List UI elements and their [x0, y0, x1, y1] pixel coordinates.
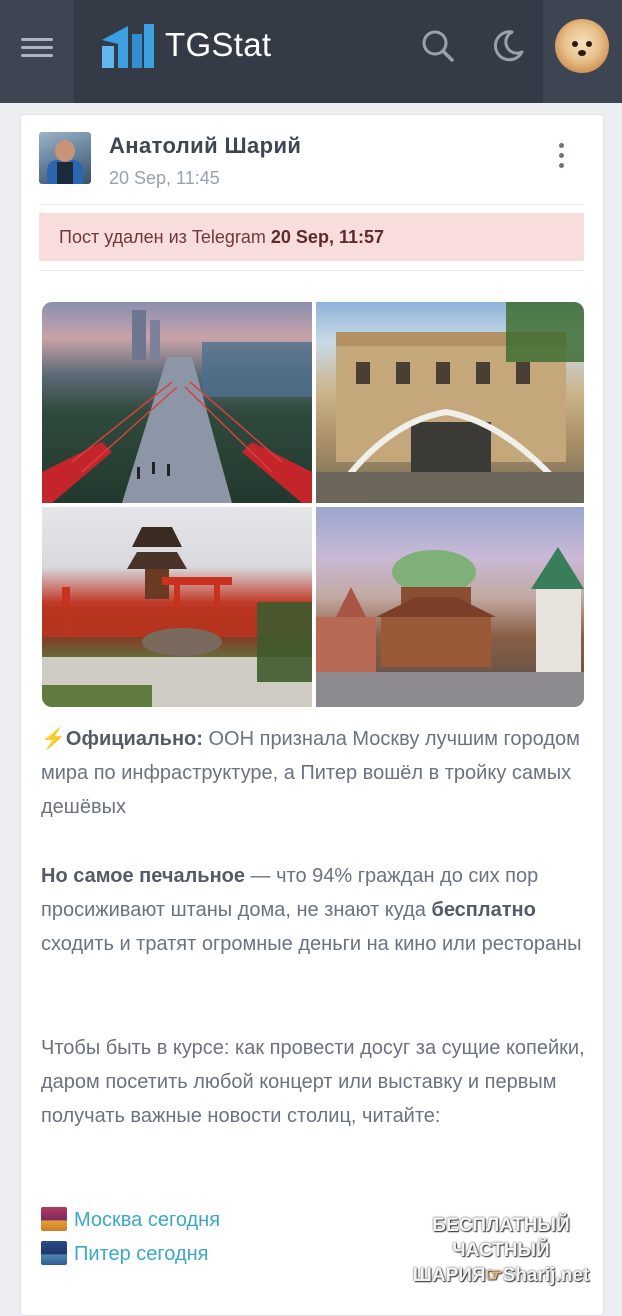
- photo-palace-staircase[interactable]: [316, 302, 584, 503]
- deleted-notice: Пост удален из Telegram 20 Sep, 11:57: [39, 213, 584, 261]
- post-paragraph-2: Но самое печальное — что 94% граждан до …: [41, 865, 582, 955]
- search-icon[interactable]: [418, 26, 458, 66]
- deleted-date: 20 Sep, 11:57: [270, 227, 384, 247]
- user-avatar: [555, 19, 609, 73]
- author-avatar[interactable]: [39, 132, 91, 184]
- post-paragraph-1: ⚡Официально: ООН признала Москву лучшим …: [41, 728, 580, 818]
- deleted-notice-text: Пост удален из Telegram 20 Sep, 11:57: [59, 227, 384, 247]
- author-name[interactable]: Анатолий Шарий: [109, 133, 301, 159]
- post-paragraph-3: Чтобы быть в курсе: как провести досуг з…: [41, 1037, 585, 1127]
- post-date[interactable]: 20 Sep, 11:45: [109, 168, 220, 189]
- tgstat-logo-icon[interactable]: [100, 22, 154, 70]
- kebab-menu-icon[interactable]: [551, 143, 571, 173]
- top-navbar: TGStat: [0, 0, 622, 103]
- menu-button[interactable]: [0, 0, 74, 103]
- moon-icon[interactable]: [488, 26, 528, 66]
- user-menu-button[interactable]: [543, 0, 622, 103]
- link-moscow-today[interactable]: Москва сегодня: [41, 1207, 220, 1232]
- post-card: Анатолий Шарий 20 Sep, 11:45 Пост удален…: [20, 114, 604, 1316]
- brand-name[interactable]: TGStat: [165, 26, 271, 64]
- link-spb-today[interactable]: Питер сегодня: [41, 1241, 209, 1266]
- photo-bridge-aerial[interactable]: [42, 302, 312, 503]
- lightning-emoji-icon: ⚡: [41, 728, 66, 750]
- photo-japanese-garden[interactable]: [42, 507, 312, 707]
- photo-wooden-kremlin[interactable]: [316, 507, 584, 707]
- moscow-flag-icon: [41, 1207, 67, 1231]
- divider: [39, 270, 584, 271]
- divider: [39, 204, 584, 205]
- watermark: БЕСПЛАТНЫЙ ЧАСТНЫЙ ШАРИЯ☞Sharij.net: [412, 1215, 590, 1286]
- photo-grid: [42, 302, 584, 707]
- spb-flag-icon: [41, 1241, 67, 1265]
- pointing-hand-icon: ☞: [485, 1265, 503, 1286]
